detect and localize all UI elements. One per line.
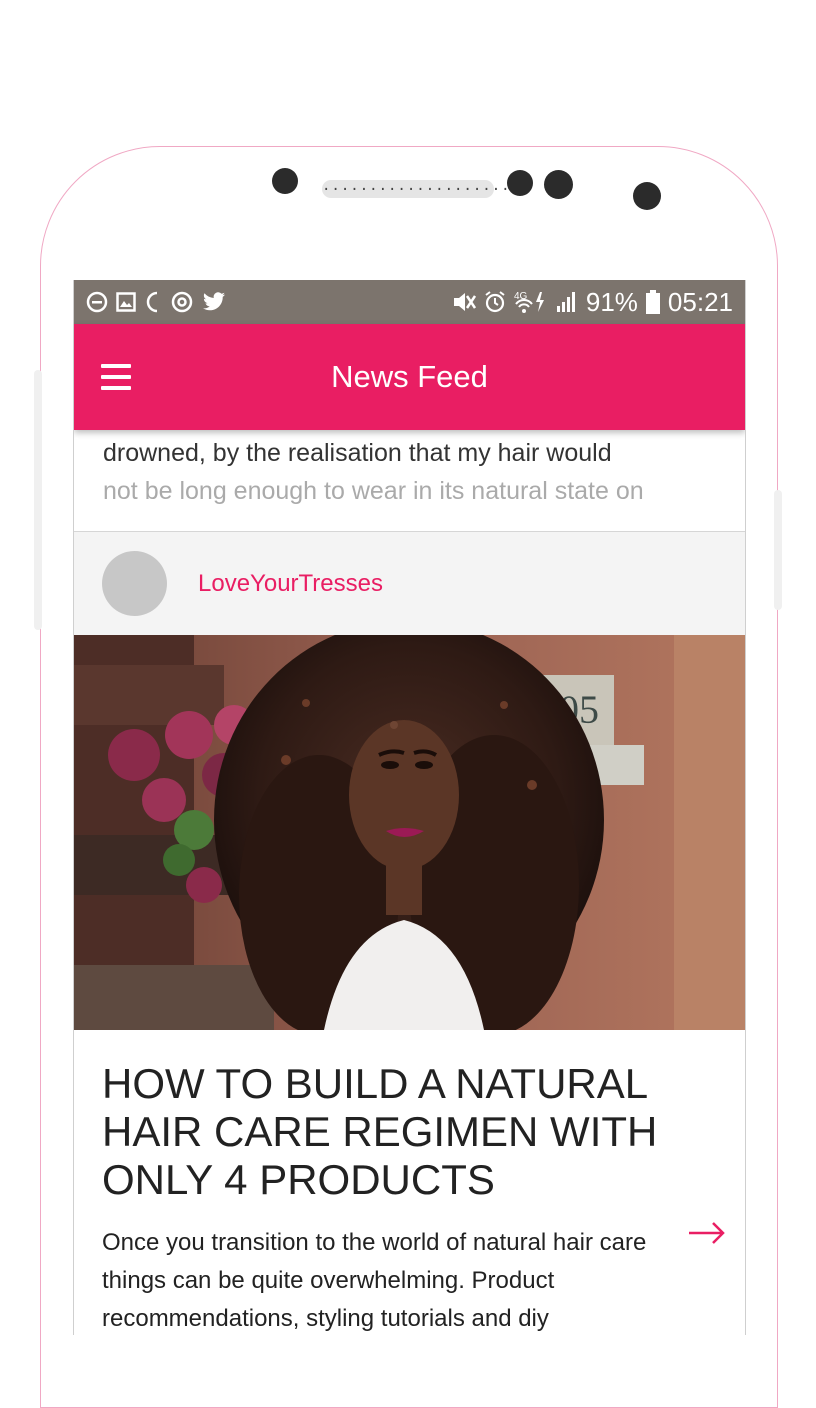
hero-illustration: 405 — [74, 635, 745, 1030]
sync-icon — [171, 291, 193, 313]
moon-icon — [146, 291, 158, 313]
page-title: News Feed — [331, 359, 488, 394]
phone-side-button-left — [34, 370, 42, 630]
twitter-icon — [203, 292, 225, 311]
post-image[interactable]: 405 — [74, 635, 745, 1030]
avatar[interactable] — [102, 551, 167, 616]
snippet-line-faded: not be long enough to wear in its natura… — [103, 477, 644, 505]
status-bar: 4G 91% 05:21 — [74, 280, 745, 324]
status-time: 05:21 — [667, 286, 733, 317]
arrow-right-icon[interactable] — [687, 1218, 727, 1248]
phone-side-button-right — [774, 490, 782, 610]
wifi-4g-icon: 4G — [514, 291, 544, 313]
snippet-line: drowned, by the realisation that my hair… — [103, 439, 612, 467]
post-author-row[interactable]: LoveYourTresses — [74, 532, 745, 635]
alarm-icon — [485, 291, 505, 313]
battery-percent: 91% — [585, 286, 638, 317]
previous-post-snippet[interactable]: drowned, by the realisation that my hair… — [74, 430, 745, 532]
gallery-icon — [116, 292, 136, 312]
author-name[interactable]: LoveYourTresses — [198, 570, 383, 598]
sensor-dot — [544, 170, 573, 199]
article-card[interactable]: HOW TO BUILD A NATURAL HAIR CARE REGIMEN… — [74, 1030, 745, 1335]
article-headline[interactable]: HOW TO BUILD A NATURAL HAIR CARE REGIMEN… — [102, 1060, 682, 1204]
speaker-grille: .................... — [322, 179, 510, 198]
sensor-dot — [507, 170, 533, 196]
battery-icon — [645, 290, 660, 314]
article-excerpt: Once you transition to the world of natu… — [102, 1229, 647, 1332]
front-camera-dot — [633, 182, 661, 210]
signal-icon — [556, 292, 575, 312]
mute-icon — [453, 293, 476, 311]
app-bar: News Feed — [74, 324, 745, 430]
screen: 4G 91% 05:21 News Feed drowned, by the r… — [73, 280, 746, 1335]
camera-dot — [272, 168, 298, 194]
do-not-disturb-icon — [86, 291, 108, 313]
